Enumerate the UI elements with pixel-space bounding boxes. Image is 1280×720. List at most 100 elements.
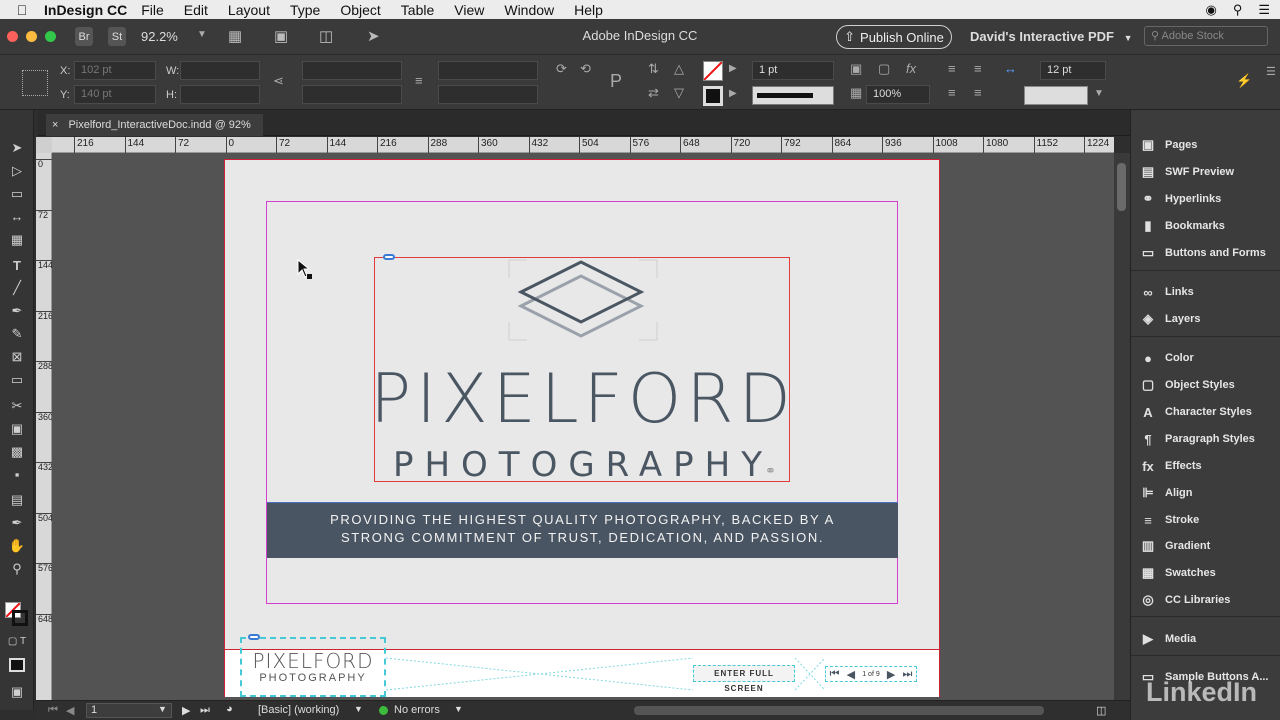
menu-object[interactable]: Object bbox=[340, 2, 380, 18]
flip-vertical-icon[interactable]: ⇄ bbox=[648, 85, 659, 101]
menu-window[interactable]: Window bbox=[504, 2, 554, 18]
chevron-down-icon[interactable]: ▼ bbox=[454, 704, 463, 714]
fit-content-icon[interactable]: ▢ bbox=[878, 61, 890, 77]
previous-spread-icon[interactable]: ◀ bbox=[66, 704, 74, 717]
hand-tool-icon[interactable]: ✋ bbox=[7, 536, 27, 556]
pen-tool-icon[interactable]: ✒ bbox=[7, 301, 27, 321]
constrain-scale-icon[interactable]: ≡ bbox=[415, 73, 423, 88]
width-field[interactable] bbox=[180, 61, 260, 80]
distribute-icon[interactable]: ≡ bbox=[948, 85, 956, 100]
publish-online-button[interactable]: ⇧ Publish Online bbox=[836, 25, 952, 49]
horizontal-ruler[interactable]: 216 144 72 0 72 144 216 288 360 432 504 576 648 720 79… bbox=[52, 137, 1114, 153]
line-tool-icon[interactable]: ╱ bbox=[7, 278, 27, 298]
gap-tool-icon[interactable]: ↔ bbox=[1004, 61, 1017, 76]
chevron-down-icon[interactable]: ▼ bbox=[197, 29, 207, 40]
workspace-switcher[interactable]: David's Interactive PDF ▼ bbox=[970, 29, 1133, 44]
panel-item[interactable]: ▤ SWF Preview bbox=[1139, 161, 1234, 183]
horizontal-scrollbar-thumb[interactable] bbox=[634, 706, 1044, 715]
constrain-proportions-icon[interactable]: ⋖ bbox=[273, 73, 284, 89]
rectangle-tool-icon[interactable]: ▭ bbox=[7, 370, 27, 390]
note-tool-icon[interactable]: ▤ bbox=[7, 490, 27, 510]
first-page-icon[interactable]: ⏮ bbox=[830, 668, 840, 681]
stroke-type-select[interactable] bbox=[752, 86, 834, 105]
panel-item[interactable]: ◈ Layers bbox=[1139, 308, 1200, 330]
distribute-spacing-icon[interactable]: ≡ bbox=[974, 85, 982, 100]
scissors-tool-icon[interactable]: ✂ bbox=[7, 396, 27, 416]
creative-cloud-icon[interactable]: ◉ bbox=[1205, 2, 1216, 18]
scale-y-field[interactable] bbox=[302, 85, 402, 104]
scale-x-field[interactable] bbox=[302, 61, 402, 80]
vertical-ruler[interactable]: 0 72 144 216 288 360 432 504 576 648 bbox=[36, 153, 53, 700]
gap-field[interactable]: 12 pt bbox=[1040, 61, 1106, 80]
spotlight-search-icon[interactable]: ⚲ bbox=[1233, 2, 1243, 18]
menu-help[interactable]: Help bbox=[574, 2, 603, 18]
height-field[interactable] bbox=[180, 85, 260, 104]
pencil-tool-icon[interactable]: ✎ bbox=[7, 324, 27, 344]
menu-table[interactable]: Table bbox=[401, 2, 434, 18]
pasteboard[interactable]: ⚭ PIXELFORD PHOTOGRAPHY PROVIDING THE HI… bbox=[52, 153, 1114, 700]
zoom-level[interactable]: 92.2% bbox=[141, 29, 178, 44]
quick-apply-icon[interactable]: ⚡ bbox=[1236, 73, 1252, 89]
y-field[interactable]: 140 pt bbox=[74, 85, 156, 104]
chevron-down-icon[interactable]: ▼ bbox=[354, 704, 363, 714]
scrollbar-thumb[interactable] bbox=[1117, 163, 1126, 211]
chevron-down-icon[interactable]: ▼ bbox=[1094, 88, 1104, 99]
panel-item[interactable]: ▣ Pages bbox=[1139, 134, 1198, 156]
panel-item[interactable]: ◎ CC Libraries bbox=[1139, 589, 1230, 611]
free-transform-tool-icon[interactable]: ▣ bbox=[7, 419, 27, 439]
menu-app-name[interactable]: InDesign CC bbox=[44, 2, 127, 18]
x-field[interactable]: 102 pt bbox=[74, 61, 156, 80]
select-container-icon[interactable]: △ bbox=[674, 61, 684, 77]
stroke-weight-field[interactable]: 1 pt bbox=[752, 61, 834, 80]
view-options-icon[interactable]: ▦ bbox=[228, 27, 242, 45]
last-spread-icon[interactable]: ⏭ bbox=[200, 704, 210, 717]
type-tool-icon[interactable]: T bbox=[7, 256, 27, 276]
document-tab[interactable]: × Pixelford_InteractiveDoc.indd @ 92% bbox=[46, 114, 263, 136]
panel-item[interactable]: ▮ Bookmarks bbox=[1139, 215, 1225, 237]
opacity-field[interactable]: 100% bbox=[866, 85, 930, 104]
panel-item[interactable]: ▭ Buttons and Forms bbox=[1139, 242, 1266, 264]
vertical-scrollbar[interactable] bbox=[1114, 153, 1130, 700]
last-page-icon[interactable]: ⏭ bbox=[902, 668, 912, 681]
ruler-origin[interactable] bbox=[36, 137, 52, 153]
panel-item[interactable]: fx Effects bbox=[1139, 455, 1201, 477]
chevron-right-icon[interactable]: ▶ bbox=[729, 88, 737, 99]
gradient-feather-tool-icon[interactable]: ▪ bbox=[7, 465, 27, 485]
panel-item[interactable]: ▢ Object Styles bbox=[1139, 374, 1235, 396]
footer-bar[interactable]: PIXELFORD PHOTOGRAPHY ENTER FULL SCREEN … bbox=[225, 634, 939, 697]
menu-view[interactable]: View bbox=[454, 2, 484, 18]
panel-item[interactable]: ▥ Gradient bbox=[1139, 535, 1210, 557]
chevron-right-icon[interactable]: ▶ bbox=[729, 63, 737, 74]
fit-frame-icon[interactable]: ▣ bbox=[850, 61, 862, 77]
panel-item[interactable]: ∞ Links bbox=[1139, 281, 1193, 303]
next-page-icon[interactable]: ▶ bbox=[887, 668, 895, 681]
split-layout-icon[interactable]: ◫ bbox=[1096, 704, 1106, 717]
enter-full-screen-button[interactable]: ENTER FULL SCREEN bbox=[693, 665, 795, 693]
menu-list-icon[interactable]: ☰ bbox=[1258, 2, 1270, 18]
close-tab-icon[interactable]: × bbox=[52, 114, 58, 136]
zoom-window-button[interactable] bbox=[45, 31, 56, 42]
eyedropper-tool-icon[interactable]: ✒ bbox=[7, 513, 27, 533]
gradient-swatch-tool-icon[interactable]: ▩ bbox=[7, 442, 27, 462]
style-select[interactable] bbox=[1024, 86, 1088, 105]
menu-file[interactable]: File bbox=[141, 2, 164, 18]
panel-item[interactable]: ⚭ Hyperlinks bbox=[1139, 188, 1222, 210]
formatting-affects-container-icon[interactable]: ▢ T bbox=[7, 632, 27, 652]
panel-item[interactable]: A Character Styles bbox=[1139, 401, 1252, 423]
panel-item[interactable]: ▦ Swatches bbox=[1139, 562, 1216, 584]
panel-menu-icon[interactable]: ☰ bbox=[1266, 65, 1276, 78]
select-content-icon[interactable]: ▽ bbox=[674, 85, 684, 101]
panel-item[interactable]: ⊫ Align bbox=[1139, 482, 1192, 504]
effects-fx-icon[interactable]: fx bbox=[906, 61, 916, 76]
rotate-ccw-icon[interactable]: ⟲ bbox=[580, 61, 591, 77]
footer-logo-button[interactable]: PIXELFORD PHOTOGRAPHY bbox=[240, 634, 386, 697]
flip-horizontal-icon[interactable]: ⇅ bbox=[648, 61, 659, 77]
panel-item[interactable]: ▶ Media bbox=[1139, 628, 1196, 650]
arrange-documents-icon[interactable]: ◫ bbox=[319, 27, 333, 45]
panel-item[interactable]: ● Color bbox=[1139, 347, 1194, 369]
align-left-icon[interactable]: ≡ bbox=[948, 61, 956, 76]
adobe-stock-search[interactable]: ⚲ Adobe Stock bbox=[1144, 26, 1268, 46]
menu-type[interactable]: Type bbox=[290, 2, 320, 18]
previous-page-icon[interactable]: ◀ bbox=[847, 668, 855, 681]
screen-mode-icon[interactable]: ▣ bbox=[274, 27, 288, 45]
